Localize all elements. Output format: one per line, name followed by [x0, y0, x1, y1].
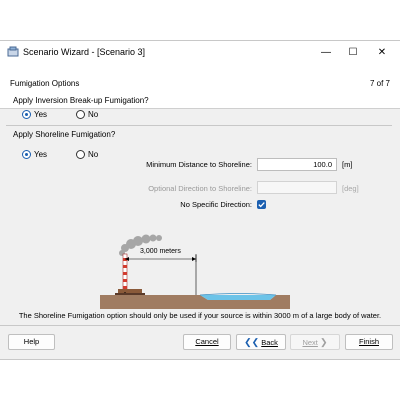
distance-label: 3,000 meters — [140, 248, 181, 255]
finish-button-label: Finish — [358, 337, 379, 346]
next-button[interactable]: Next ❯ — [290, 334, 340, 350]
inversion-yes-label[interactable]: Yes — [34, 110, 47, 119]
checkmark-icon — [258, 202, 265, 208]
close-button[interactable]: ✕ — [368, 43, 396, 62]
no-direction-label: No Specific Direction: — [180, 200, 252, 209]
shoreline-no-label[interactable]: No — [88, 150, 98, 159]
step-title: Fumigation Options — [10, 79, 80, 88]
back-button-label: Back — [261, 338, 278, 347]
cancel-button-label: Cancel — [195, 337, 219, 346]
footer-divider — [0, 325, 400, 326]
title-bar: Scenario Wizard - [Scenario 3] — ☐ ✕ — [0, 41, 400, 64]
shoreline-diagram: 3,000 meters — [100, 234, 290, 311]
finish-button[interactable]: Finish — [345, 334, 393, 350]
back-button[interactable]: ❮❮ Back — [236, 334, 286, 350]
min-distance-label: Minimum Distance to Shoreline: — [146, 160, 252, 169]
next-arrow-icon: ❯ — [319, 337, 328, 347]
cancel-button[interactable]: Cancel — [183, 334, 231, 350]
section-divider — [6, 125, 392, 126]
app-icon — [7, 46, 19, 58]
shoreline-question: Apply Shoreline Fumigation? — [13, 130, 116, 139]
step-counter: 7 of 7 — [369, 79, 390, 88]
minimize-button[interactable]: — — [312, 43, 340, 62]
help-button[interactable]: Help — [8, 334, 55, 350]
maximize-button[interactable]: ☐ — [339, 43, 367, 62]
smokestack — [115, 253, 145, 295]
shoreline-yes-radio[interactable] — [22, 150, 31, 159]
direction-label: Optional Direction to Shoreline: — [148, 184, 252, 193]
no-direction-checkbox[interactable] — [257, 200, 266, 209]
inversion-no-radio[interactable] — [76, 110, 85, 119]
next-button-label: Next — [302, 338, 318, 347]
inversion-question: Apply Inversion Break-up Fumigation? — [13, 96, 149, 105]
back-arrow-icon: ❮❮ — [244, 337, 260, 347]
help-button-label: Help — [23, 337, 40, 346]
shoreline-no-radio[interactable] — [76, 150, 85, 159]
min-distance-unit: [m] — [342, 160, 353, 169]
direction-unit: [deg] — [342, 184, 359, 193]
shoreline-note: The Shoreline Fumigation option should o… — [18, 311, 382, 320]
window-title: Scenario Wizard - [Scenario 3] — [23, 47, 146, 57]
inversion-no-label[interactable]: No — [88, 110, 98, 119]
water — [200, 295, 276, 300]
min-distance-input[interactable]: 100.0 — [257, 158, 337, 171]
direction-input[interactable] — [257, 181, 337, 194]
shoreline-yes-label[interactable]: Yes — [34, 150, 47, 159]
inversion-yes-radio[interactable] — [22, 110, 31, 119]
scenario-wizard-window: Scenario Wizard - [Scenario 3] — ☐ ✕ Fum… — [0, 40, 400, 360]
